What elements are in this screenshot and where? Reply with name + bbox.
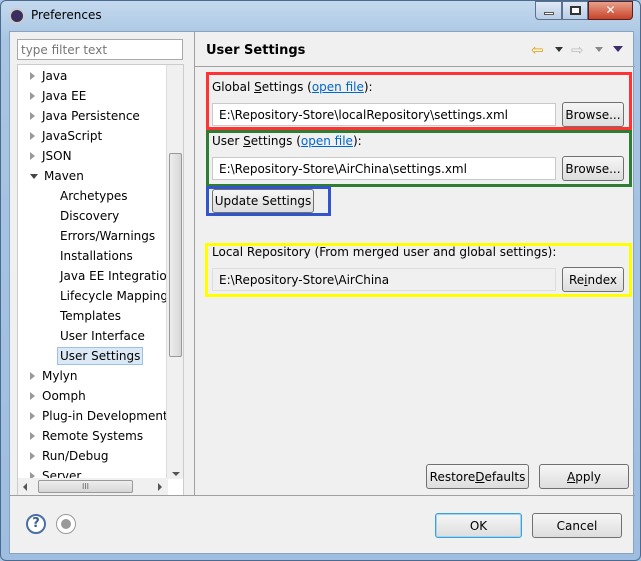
tree-item[interactable]: Run/Debug bbox=[30, 446, 109, 466]
tree-item-label: Maven bbox=[44, 169, 84, 183]
forward-menu-icon[interactable] bbox=[595, 47, 603, 52]
restore-defaults-button[interactable]: Restore Defaults bbox=[426, 464, 529, 489]
scroll-left-icon[interactable] bbox=[23, 483, 27, 491]
tree-item-label: Java EE bbox=[42, 89, 87, 103]
header-separator bbox=[195, 66, 635, 67]
tree-item[interactable]: Discovery bbox=[60, 206, 119, 226]
scrollbar-thumb[interactable] bbox=[169, 153, 182, 357]
tree-item-label: Remote Systems bbox=[42, 429, 144, 443]
tree-item-label: Lifecycle Mapping bbox=[60, 289, 168, 303]
expanded-arrow-icon[interactable] bbox=[30, 173, 38, 179]
filter-input[interactable] bbox=[17, 39, 183, 60]
global-settings-label: Global Settings (open file): bbox=[212, 80, 373, 94]
user-settings-label: User Settings (open file): bbox=[212, 134, 362, 148]
apply-button[interactable]: Apply bbox=[539, 464, 629, 489]
hscroll-thumb[interactable]: III bbox=[38, 480, 133, 493]
horizontal-scrollbar[interactable]: III bbox=[18, 478, 168, 495]
tree-item-label: Java Persistence bbox=[42, 109, 140, 123]
tree-item[interactable]: Maven bbox=[30, 166, 84, 186]
collapsed-arrow-icon[interactable] bbox=[30, 72, 35, 80]
reindex-button[interactable]: Re i ndex bbox=[562, 267, 624, 292]
tree-item[interactable]: Plug-in Development bbox=[30, 406, 168, 426]
tree-item[interactable]: Java bbox=[30, 66, 67, 86]
tree-item[interactable]: Lifecycle Mapping bbox=[60, 286, 168, 306]
view-menu-icon[interactable] bbox=[613, 46, 623, 52]
collapsed-arrow-icon[interactable] bbox=[30, 392, 35, 400]
footer-separator bbox=[10, 495, 635, 496]
tree-item-label: Plug-in Development bbox=[42, 409, 168, 423]
collapsed-arrow-icon[interactable] bbox=[30, 112, 35, 120]
collapsed-arrow-icon[interactable] bbox=[30, 92, 35, 100]
global-open-file-link[interactable]: open file bbox=[312, 80, 364, 94]
collapsed-arrow-icon[interactable] bbox=[30, 152, 35, 160]
tree-item[interactable]: Java Persistence bbox=[30, 106, 140, 126]
back-menu-icon[interactable] bbox=[555, 47, 563, 52]
tree-item[interactable]: JSON bbox=[30, 146, 72, 166]
tree-item[interactable]: Archetypes bbox=[60, 186, 128, 206]
vertical-scrollbar[interactable] bbox=[166, 65, 183, 479]
tree-item-label: Java EE Integration bbox=[60, 269, 175, 283]
tree-item-label: Errors/Warnings bbox=[60, 229, 156, 243]
collapsed-arrow-icon[interactable] bbox=[30, 372, 35, 380]
collapsed-arrow-icon[interactable] bbox=[30, 432, 35, 440]
tree-item-label: Templates bbox=[60, 309, 122, 323]
eclipse-gear-icon bbox=[9, 8, 25, 24]
scroll-right-icon[interactable] bbox=[158, 483, 162, 491]
maximize-button[interactable] bbox=[562, 1, 588, 20]
tree-item[interactable]: Remote Systems bbox=[30, 426, 143, 446]
tree-item[interactable]: Oomph bbox=[30, 386, 86, 406]
tree-item-label: User Settings bbox=[57, 347, 144, 365]
collapsed-arrow-icon[interactable] bbox=[30, 412, 35, 420]
tree-item[interactable]: User Settings bbox=[57, 346, 144, 366]
window-title: Preferences bbox=[31, 8, 102, 22]
global-browse-button[interactable]: Browse... bbox=[562, 102, 624, 127]
local-repo-label: Local Repository (From merged user and g… bbox=[212, 245, 557, 259]
ok-button[interactable]: OK bbox=[435, 513, 522, 538]
preferences-window: Preferences ✕ Java Java EE Java Persistenc… bbox=[0, 0, 641, 561]
cancel-button[interactable]: Cancel bbox=[532, 513, 622, 538]
user-browse-button[interactable]: Browse... bbox=[562, 156, 624, 181]
tree-item[interactable]: Errors/Warnings bbox=[60, 226, 155, 246]
tree-item-label: Java bbox=[42, 69, 68, 83]
help-icon[interactable]: ? bbox=[26, 514, 46, 534]
tree-item-label: Discovery bbox=[60, 209, 120, 223]
user-open-file-link[interactable]: open file bbox=[301, 134, 353, 148]
tree-item-label: Installations bbox=[60, 249, 133, 263]
tree-item[interactable]: Java EE bbox=[30, 86, 86, 106]
tree-item-label: Mylyn bbox=[42, 369, 78, 383]
tree-item-label: Archetypes bbox=[60, 189, 128, 203]
oomph-record-icon[interactable] bbox=[56, 514, 76, 534]
user-settings-input[interactable]: E:\Repository-Store\AirChina\settings.xm… bbox=[212, 157, 556, 180]
forward-arrow-icon[interactable]: ⇨ bbox=[571, 41, 584, 59]
collapsed-arrow-icon[interactable] bbox=[30, 452, 35, 460]
local-repo-input: E:\Repository-Store\AirChina bbox=[212, 268, 556, 291]
tree-item-label: JSON bbox=[42, 149, 72, 163]
tree-item-label: JavaScript bbox=[42, 129, 103, 143]
global-settings-input[interactable]: E:\Repository-Store\localRepository\sett… bbox=[212, 103, 556, 126]
tree-item[interactable]: Mylyn bbox=[30, 366, 78, 386]
tree-item[interactable]: Java EE Integration bbox=[60, 266, 174, 286]
tree-item-label: Run/Debug bbox=[42, 449, 109, 463]
update-settings-button[interactable]: Update Settings bbox=[212, 189, 314, 213]
tree-item[interactable]: Installations bbox=[60, 246, 133, 266]
close-button[interactable]: ✕ bbox=[588, 1, 633, 20]
scroll-down-icon[interactable] bbox=[172, 472, 180, 476]
page-title: User Settings bbox=[206, 43, 306, 58]
tree-item-label: User Interface bbox=[60, 329, 145, 343]
dialog-client: Java Java EE Java Persistence JavaScript JSO… bbox=[9, 31, 635, 554]
preference-tree: Java Java EE Java Persistence JavaScript JSO… bbox=[17, 64, 184, 496]
tree-item[interactable]: JavaScript bbox=[30, 126, 102, 146]
sash-divider[interactable] bbox=[194, 32, 195, 496]
collapsed-arrow-icon[interactable] bbox=[30, 132, 35, 140]
minimize-button[interactable] bbox=[535, 1, 562, 20]
tree-item-label: Oomph bbox=[42, 389, 86, 403]
back-arrow-icon[interactable]: ⇦ bbox=[531, 41, 544, 59]
tree-item[interactable]: Templates bbox=[60, 306, 121, 326]
tree-item[interactable]: User Interface bbox=[60, 326, 145, 346]
